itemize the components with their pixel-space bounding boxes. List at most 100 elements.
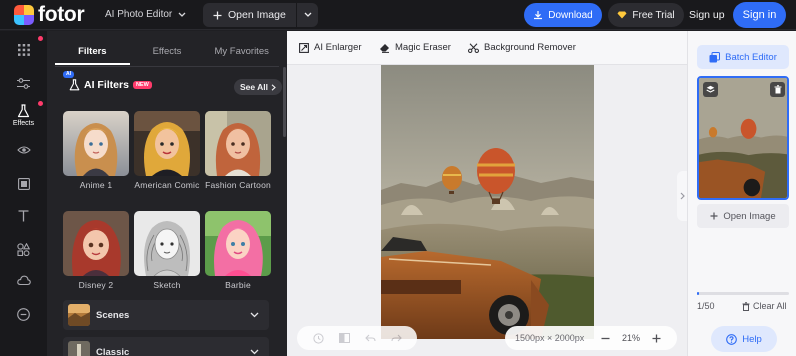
filter-name: Barbie bbox=[225, 280, 251, 290]
clear-all-button[interactable]: Clear All bbox=[742, 301, 787, 311]
tool-label: AI Enlarger bbox=[314, 42, 362, 53]
plus-icon bbox=[710, 212, 718, 220]
chevron-right-icon bbox=[271, 83, 276, 91]
zoom-out-icon[interactable] bbox=[601, 334, 610, 343]
category-thumbnail bbox=[68, 304, 90, 326]
tab-filters[interactable]: Filters bbox=[55, 41, 130, 65]
undo-icon[interactable] bbox=[364, 334, 376, 343]
compare-icon[interactable] bbox=[338, 333, 350, 343]
top-bar: fotor AI Photo Editor Open Image Downloa… bbox=[0, 0, 796, 30]
rail-item-frames[interactable] bbox=[0, 178, 47, 190]
expand-right-handle[interactable] bbox=[677, 171, 687, 221]
sliders-icon bbox=[17, 78, 30, 89]
zoom-in-icon[interactable] bbox=[652, 334, 661, 343]
flask-icon bbox=[69, 79, 80, 91]
filter-tile-barbie[interactable]: Barbie bbox=[205, 211, 271, 291]
chevron-down-icon bbox=[304, 12, 311, 17]
rail-item-more[interactable] bbox=[0, 308, 47, 321]
open-image-label: Open Image bbox=[228, 9, 286, 21]
magic-eraser-tool[interactable]: Magic Eraser bbox=[379, 42, 451, 53]
diamond-icon bbox=[617, 11, 627, 19]
filter-tile-disney-2[interactable]: Disney 2 bbox=[63, 211, 129, 291]
rail-item-effects[interactable]: Effects bbox=[0, 104, 47, 127]
free-trial-button[interactable]: Free Trial bbox=[608, 3, 684, 27]
filter-thumbnail bbox=[134, 211, 200, 276]
zoom-level[interactable]: 21% bbox=[622, 333, 640, 343]
filter-name: Anime 1 bbox=[79, 180, 113, 190]
filter-thumbnail bbox=[134, 111, 200, 176]
open-image-dropdown[interactable] bbox=[297, 12, 318, 18]
ai-badge: AI bbox=[63, 71, 74, 78]
filter-tile-american-comic[interactable]: American Comic bbox=[134, 111, 200, 191]
new-badge: NEW bbox=[132, 81, 152, 89]
category-classic[interactable]: Classic bbox=[63, 337, 269, 356]
rail-item-adjust[interactable] bbox=[0, 78, 47, 89]
eye-icon bbox=[16, 146, 31, 154]
filter-name: Sketch bbox=[153, 280, 181, 290]
notification-dot bbox=[38, 101, 43, 106]
filter-tile-fashion-cartoon[interactable]: Fashion Cartoon bbox=[205, 111, 271, 191]
batch-editor-button[interactable]: Batch Editor bbox=[697, 45, 789, 69]
app-mode-dropdown[interactable]: AI Photo Editor bbox=[105, 9, 186, 20]
open-image-button[interactable]: Open Image bbox=[203, 3, 318, 27]
category-thumbnail bbox=[68, 341, 90, 356]
open-image-main[interactable]: Open Image bbox=[203, 3, 296, 27]
fotor-logo[interactable]: fotor bbox=[14, 4, 85, 25]
rail-item-uploads[interactable] bbox=[0, 275, 47, 286]
delete-button[interactable] bbox=[770, 82, 785, 97]
category-label: Scenes bbox=[96, 309, 130, 321]
batch-progress-fill bbox=[697, 292, 699, 295]
elements-icon bbox=[17, 243, 30, 256]
tab-my-favorites[interactable]: My Favorites bbox=[204, 41, 279, 65]
help-button[interactable]: Help bbox=[711, 326, 777, 352]
sign-up-link[interactable]: Sign up bbox=[689, 9, 725, 21]
flask-icon bbox=[17, 104, 30, 118]
filter-name: Fashion Cartoon bbox=[205, 180, 271, 190]
layers-button[interactable] bbox=[703, 82, 718, 97]
free-trial-label: Free Trial bbox=[632, 9, 675, 21]
plus-icon bbox=[213, 11, 222, 19]
rail-item-elements[interactable] bbox=[0, 243, 47, 256]
image-thumbnail-card[interactable] bbox=[697, 76, 789, 200]
grid-icon bbox=[17, 44, 30, 56]
filter-tile-sketch[interactable]: Sketch bbox=[134, 211, 200, 291]
app-mode-label: AI Photo Editor bbox=[105, 9, 173, 20]
tool-label: Background Remover bbox=[484, 42, 576, 53]
canvas-toolbar: AI Enlarger Magic Eraser Background Remo… bbox=[287, 31, 687, 65]
eraser-icon bbox=[380, 43, 389, 53]
ai-filters-title: AI Filters NEW bbox=[69, 79, 152, 91]
text-icon bbox=[18, 210, 29, 222]
panel-tabs: Filters Effects My Favorites bbox=[55, 41, 279, 65]
rail-item-text[interactable] bbox=[0, 210, 47, 222]
rail-effects-label: Effects bbox=[12, 120, 35, 127]
category-scenes[interactable]: Scenes bbox=[63, 300, 269, 330]
filter-thumbnail bbox=[63, 211, 129, 276]
stack-icon bbox=[706, 85, 715, 93]
rail-item-adjust-grid[interactable] bbox=[0, 44, 47, 56]
chevron-right-icon bbox=[680, 192, 685, 200]
ai-enlarger-tool[interactable]: AI Enlarger bbox=[299, 42, 362, 53]
help-icon bbox=[726, 333, 738, 345]
background-remover-tool[interactable]: Background Remover bbox=[468, 42, 576, 53]
filter-tile-anime-1[interactable]: Anime 1 bbox=[63, 111, 129, 191]
frame-icon bbox=[17, 178, 30, 190]
tab-effects[interactable]: Effects bbox=[130, 41, 205, 65]
scissors-icon bbox=[468, 42, 479, 53]
filter-thumbnail bbox=[63, 111, 129, 176]
filter-name: Disney 2 bbox=[78, 280, 114, 290]
see-all-button[interactable]: See All bbox=[234, 79, 282, 95]
batch-editor-label: Batch Editor bbox=[725, 51, 777, 63]
batch-panel: Batch Editor Open Image 1/50 Clear All H… bbox=[687, 31, 796, 356]
sign-in-button[interactable]: Sign in bbox=[733, 2, 786, 28]
history-icon[interactable] bbox=[312, 332, 324, 344]
filter-thumbnail bbox=[205, 211, 271, 276]
redo-icon[interactable] bbox=[390, 334, 402, 343]
filter-name: American Comic bbox=[134, 180, 200, 190]
rail-item-beauty[interactable] bbox=[0, 145, 47, 155]
help-label: Help bbox=[742, 333, 762, 345]
add-image-button[interactable]: Open Image bbox=[697, 204, 789, 228]
chevron-down-icon bbox=[178, 12, 186, 17]
panel-scrollbar[interactable] bbox=[283, 67, 286, 137]
download-button[interactable]: Download bbox=[524, 3, 602, 27]
download-icon bbox=[534, 11, 543, 20]
